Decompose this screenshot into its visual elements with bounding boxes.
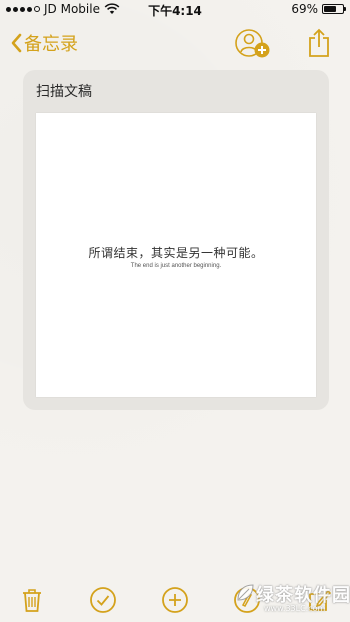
site-watermark: 绿茶软件园 www.33LC.com [234,580,350,618]
scanned-document-card[interactable]: 扫描文稿 所谓结束，其实是另一种可能。 The end is just anot… [23,70,329,410]
scan-quote-english: The end is just another beginning. [130,263,222,269]
share-icon[interactable] [306,28,332,58]
status-bar: JD Mobile 下午4:14 69% [0,0,350,20]
battery-icon [322,4,346,14]
chevron-left-icon [11,33,22,53]
battery-fill [324,6,336,12]
back-button-label: 备忘录 [24,34,78,55]
scan-card-title: 扫描文稿 [36,84,92,100]
leaf-logo-icon [237,584,254,601]
watermark-url: www.33LC.com [264,604,326,613]
status-right: 69% [291,2,346,16]
back-button[interactable]: 备忘录 [10,30,78,56]
add-person-icon[interactable] [234,28,272,60]
battery-percent: 69% [291,2,318,16]
scan-quote-chinese: 所谓结束，其实是另一种可能。 [88,246,264,260]
checklist-icon[interactable] [89,586,117,614]
add-icon[interactable] [161,586,189,614]
notes-app: JD Mobile 下午4:14 69% 备忘录 扫描文稿 所谓结束，其实是另一… [0,0,350,622]
scanned-page-image[interactable]: 所谓结束，其实是另一种可能。 The end is just another b… [36,113,316,397]
trash-icon[interactable] [18,586,46,614]
nav-bar: 备忘录 [0,24,350,64]
